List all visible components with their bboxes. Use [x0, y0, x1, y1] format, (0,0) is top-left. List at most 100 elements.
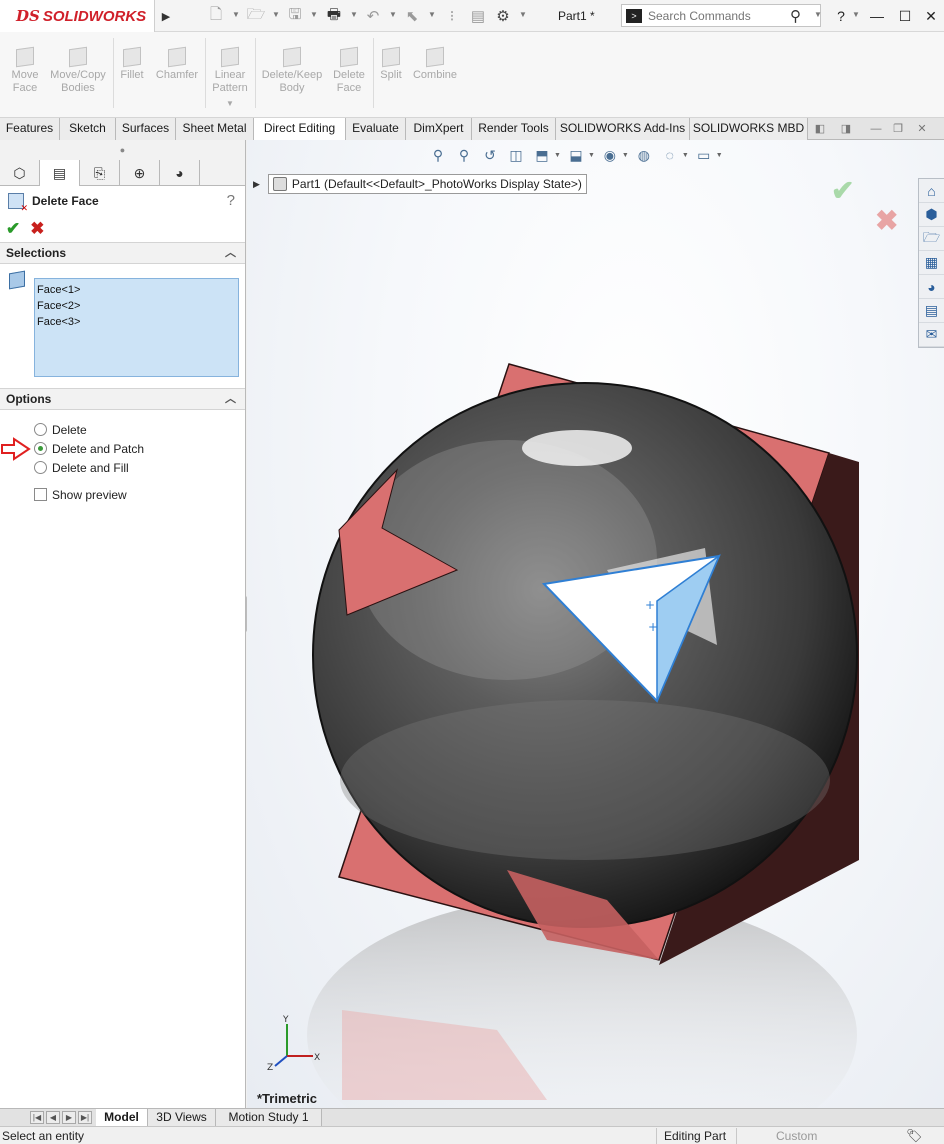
new-document-icon[interactable]: 🗋 [206, 6, 226, 26]
hide-show-dropdown-icon[interactable]: ▼ [622, 152, 629, 166]
custom-properties-icon[interactable]: ▤ [919, 299, 944, 323]
display-style-dropdown-icon[interactable]: ▼ [588, 152, 595, 166]
model-render[interactable]: + + Y X Z [247, 140, 944, 1108]
minimize-icon[interactable]: — [866, 6, 888, 26]
tab-render-tools[interactable]: Render Tools [472, 118, 556, 140]
open-folder-icon[interactable]: 🗁 [246, 6, 266, 26]
tab-motion-study-1[interactable]: Motion Study 1 [216, 1109, 322, 1127]
option-delete[interactable]: Delete [0, 420, 245, 439]
solidworks-resources-icon[interactable]: ⌂ [919, 179, 944, 203]
ok-icon[interactable]: ✔ [6, 219, 20, 239]
maximize-icon[interactable]: ☐ [894, 6, 916, 26]
combine-button[interactable]: Combine [410, 46, 460, 82]
list-item[interactable]: Face<1> [37, 282, 236, 298]
option-delete-and-fill[interactable]: Delete and Fill [0, 458, 245, 477]
select-dropdown-icon[interactable]: ▼ [428, 10, 436, 19]
delete-and-patch-radio[interactable] [34, 442, 47, 455]
tab-sketch[interactable]: Sketch [60, 118, 116, 140]
search-icon[interactable]: ⚲ [790, 7, 801, 25]
hide-show-items-icon[interactable]: ◉ [599, 144, 621, 166]
delete-face-button[interactable]: Delete Face [328, 46, 370, 95]
help-icon[interactable]: ? [227, 192, 235, 209]
flyout-feature-tree[interactable]: ▶ Part1 (Default<<Default>_PhotoWorks Di… [253, 174, 587, 194]
tag-icon[interactable]: 🏷 [906, 1128, 923, 1144]
display-style-icon[interactable]: ⬓ [565, 144, 587, 166]
show-preview-option[interactable]: Show preview [0, 485, 245, 504]
tab-features[interactable]: Features [0, 118, 60, 140]
options-dropdown-icon[interactable]: ▼ [519, 10, 527, 19]
fillet-button[interactable]: Fillet [116, 46, 148, 82]
linear-pattern-dropdown-icon[interactable]: ▼ [208, 97, 252, 110]
chamfer-button[interactable]: Chamfer [152, 46, 202, 82]
option-delete-and-patch[interactable]: Delete and Patch [0, 437, 245, 461]
confirmation-corner-cancel-icon[interactable]: ✖ [875, 204, 898, 237]
file-properties-icon[interactable]: ▤ [468, 6, 488, 26]
tab-solidworks-mbd[interactable]: SOLIDWORKS MBD [690, 118, 808, 140]
appearances-icon[interactable]: ◕ [919, 275, 944, 299]
displaymanager-icon[interactable]: ◕ [160, 160, 200, 186]
help-icon[interactable]: ? [830, 6, 852, 26]
print-icon[interactable]: 🖶 [324, 6, 344, 26]
scroll-left-icon[interactable]: ◧ [812, 122, 828, 136]
unit-system[interactable]: Custom [776, 1129, 817, 1143]
rebuild-traffic-light-icon[interactable]: ⁝ [442, 6, 462, 26]
collapse-chevron-icon[interactable]: ︿ [225, 389, 236, 409]
featuremanager-tree-icon[interactable]: ⬡ [0, 160, 40, 186]
tab-3d-views[interactable]: 3D Views [148, 1109, 216, 1127]
cancel-icon[interactable]: ✖ [30, 219, 44, 239]
split-button[interactable]: Split [376, 46, 406, 82]
design-library-icon[interactable]: ⬢ [919, 203, 944, 227]
zoom-to-area-icon[interactable]: ⚲ [453, 144, 475, 166]
scroll-right-icon[interactable]: ◨ [838, 122, 854, 136]
help-dropdown-icon[interactable]: ▼ [852, 10, 860, 19]
list-item[interactable]: Face<2> [37, 298, 236, 314]
undo-dropdown-icon[interactable]: ▼ [389, 10, 397, 19]
view-palette-icon[interactable]: ▦ [919, 251, 944, 275]
move-copy-bodies-button[interactable]: Move/Copy Bodies [46, 46, 110, 95]
previous-view-icon[interactable]: ↺ [479, 144, 501, 166]
doc-minimize-icon[interactable]: — [868, 122, 884, 136]
first-tab-icon[interactable]: |◀ [30, 1111, 44, 1124]
tab-solidworks-add-ins[interactable]: SOLIDWORKS Add-Ins [556, 118, 690, 140]
part-node[interactable]: Part1 (Default<<Default>_PhotoWorks Disp… [267, 174, 587, 194]
search-commands-box[interactable]: > ⚲ [621, 4, 821, 27]
graphics-area[interactable]: + + Y X Z ⚲ ⚲ ↺ ◫ ⬒ ▼ ⬓ ▼ ◉ ▼ ◍ ◌ ▼ ▭ ▼ … [247, 140, 944, 1108]
move-face-button[interactable]: Move Face [6, 46, 44, 95]
configurationmanager-icon[interactable]: ⎘ [80, 160, 120, 186]
save-icon[interactable]: 🖫 [285, 6, 305, 26]
tab-direct-editing[interactable]: Direct Editing [254, 118, 346, 141]
tab-evaluate[interactable]: Evaluate [346, 118, 406, 140]
panel-grip-icon[interactable]: ● [0, 140, 245, 160]
selections-group-header[interactable]: Selections ︿ [0, 242, 245, 264]
view-settings-icon[interactable]: ▭ [693, 144, 715, 166]
collapse-chevron-icon[interactable]: ︿ [225, 243, 236, 263]
last-tab-icon[interactable]: ▶| [78, 1111, 92, 1124]
file-explorer-icon[interactable]: 🗁 [919, 227, 944, 251]
delete-keep-body-button[interactable]: Delete/Keep Body [258, 46, 326, 95]
dimxpertmanager-icon[interactable]: ⊕ [120, 160, 160, 186]
view-settings-dropdown-icon[interactable]: ▼ [716, 152, 723, 166]
edit-appearance-icon[interactable]: ◍ [633, 144, 655, 166]
confirmation-corner-ok-icon[interactable]: ✔ [831, 174, 854, 207]
propertymanager-icon[interactable]: ▤ [40, 160, 80, 186]
menu-expand-arrow-icon[interactable]: ▶ [156, 0, 176, 32]
section-view-icon[interactable]: ◫ [505, 144, 527, 166]
tab-model[interactable]: Model [96, 1109, 148, 1127]
tab-dimxpert[interactable]: DimXpert [406, 118, 472, 140]
undo-icon[interactable]: ↶ [363, 6, 383, 26]
list-item[interactable]: Face<3> [37, 314, 236, 330]
view-orientation-dropdown-icon[interactable]: ▼ [554, 152, 561, 166]
prev-tab-icon[interactable]: ◀ [46, 1111, 60, 1124]
save-dropdown-icon[interactable]: ▼ [310, 10, 318, 19]
options-group-header[interactable]: Options ︿ [0, 388, 245, 410]
open-dropdown-icon[interactable]: ▼ [272, 10, 280, 19]
delete-radio[interactable] [34, 423, 47, 436]
scene-dropdown-icon[interactable]: ▼ [682, 152, 689, 166]
doc-restore-icon[interactable]: ❐ [890, 122, 906, 136]
view-orientation-icon[interactable]: ⬒ [531, 144, 553, 166]
zoom-to-fit-icon[interactable]: ⚲ [427, 144, 449, 166]
options-gear-icon[interactable]: ⚙ [493, 6, 513, 26]
faces-selection-box[interactable]: Face<1> Face<2> Face<3> [34, 278, 239, 377]
doc-close-icon[interactable]: ✕ [914, 122, 930, 136]
new-dropdown-icon[interactable]: ▼ [232, 10, 240, 19]
